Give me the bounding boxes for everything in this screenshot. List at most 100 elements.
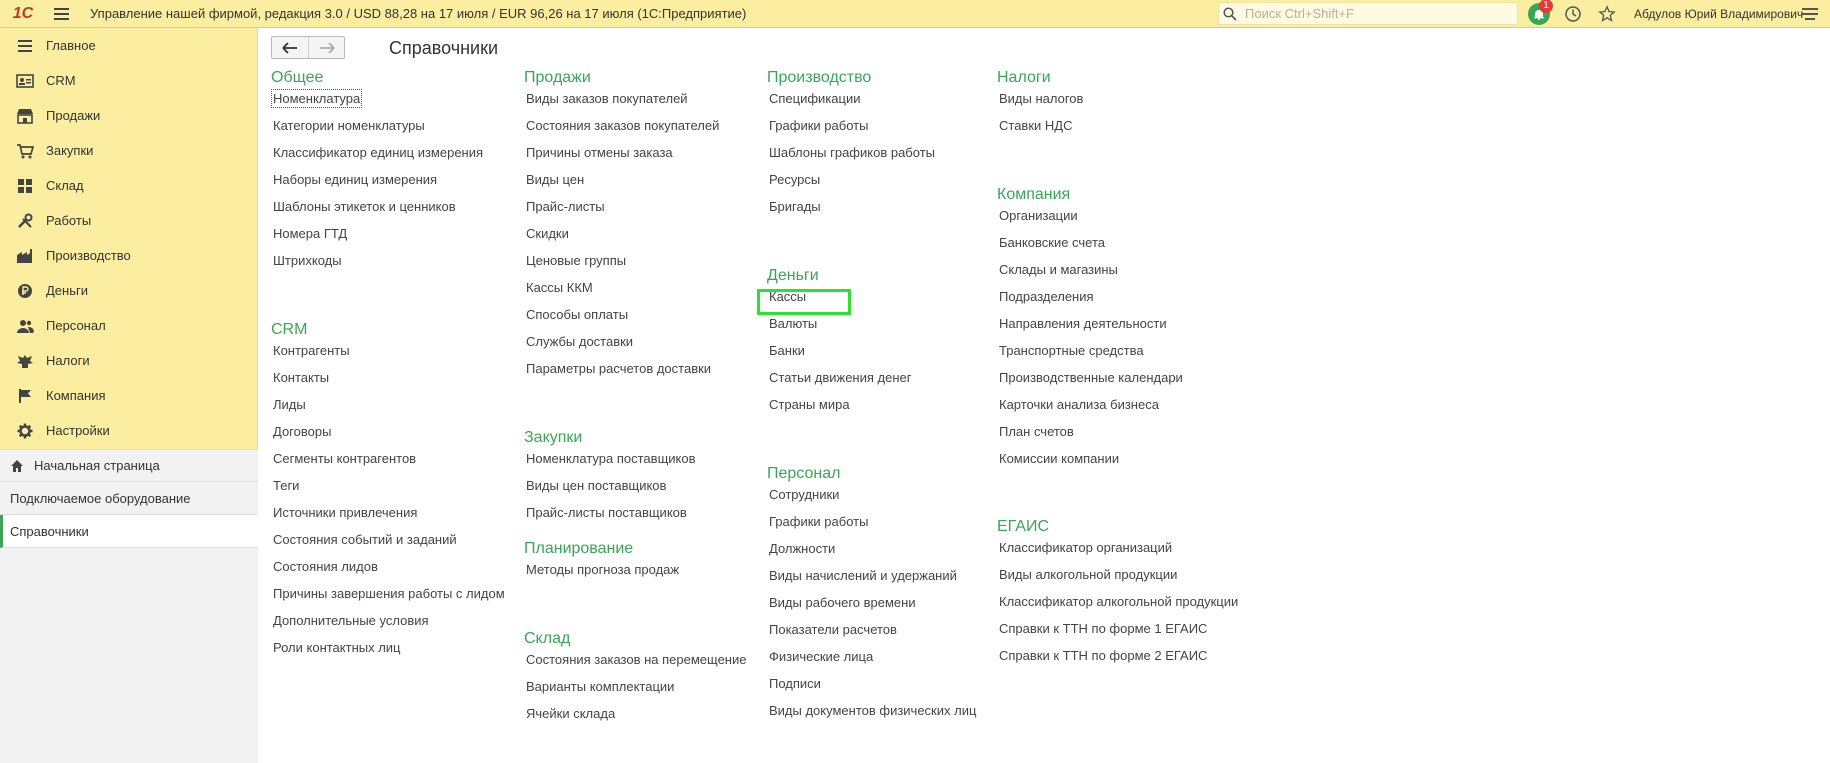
reference-link-egais-1[interactable]: Виды алкогольной продукции <box>999 567 1177 582</box>
sidebar-item-purchases[interactable]: Закупки <box>0 133 257 168</box>
sidebar-item-production[interactable]: Производство <box>0 238 257 273</box>
reference-link-dengi-4[interactable]: Страны мира <box>769 397 850 412</box>
reference-link-proizvodstvo-4[interactable]: Бригады <box>769 199 821 214</box>
reference-link-personal-2[interactable]: Должности <box>769 541 835 556</box>
reference-link-obshchee-1[interactable]: Категории номенклатуры <box>273 118 425 133</box>
reference-link-crm-9[interactable]: Причины завершения работы с лидом <box>273 586 505 601</box>
reference-link-obshchee-2[interactable]: Классификатор единиц измерения <box>273 145 483 160</box>
reference-link-obshchee-5[interactable]: Номера ГТД <box>273 226 347 241</box>
reference-link-prodazhi-0[interactable]: Виды заказов покупателей <box>526 91 688 106</box>
reference-link-crm-5[interactable]: Теги <box>273 478 299 493</box>
reference-link-prodazhi-8[interactable]: Способы оплаты <box>526 307 628 322</box>
reference-link-personal-4[interactable]: Виды рабочего времени <box>769 595 916 610</box>
sidebar-item-taxes[interactable]: Налоги <box>0 343 257 378</box>
sidebar-item-main[interactable]: Главное <box>0 28 257 63</box>
reference-link-egais-2[interactable]: Классификатор алкогольной продукции <box>999 594 1238 609</box>
reference-link-zakupki-0[interactable]: Номенклатура поставщиков <box>526 451 696 466</box>
reference-link-personal-1[interactable]: Графики работы <box>769 514 868 529</box>
reference-link-proizvodstvo-2[interactable]: Шаблоны графиков работы <box>769 145 935 160</box>
reference-link-egais-0[interactable]: Классификатор организаций <box>999 540 1172 555</box>
reference-link-kompaniya-9[interactable]: Комиссии компании <box>999 451 1119 466</box>
reference-link-personal-6[interactable]: Физические лица <box>769 649 873 664</box>
open-window-home[interactable]: Начальная страница <box>0 449 258 482</box>
forward-button[interactable] <box>308 37 344 58</box>
reference-link-crm-8[interactable]: Состояния лидов <box>273 559 378 574</box>
reference-link-egais-3[interactable]: Справки к ТТН по форме 1 ЕГАИС <box>999 621 1207 636</box>
reference-link-crm-2[interactable]: Лиды <box>273 397 306 412</box>
reference-link-prodazhi-6[interactable]: Ценовые группы <box>526 253 626 268</box>
reference-link-prodazhi-2[interactable]: Причины отмены заказа <box>526 145 673 160</box>
main-menu-button[interactable] <box>46 0 76 28</box>
open-window-references[interactable]: Справочники <box>0 515 258 548</box>
reference-link-personal-0[interactable]: Сотрудники <box>769 487 839 502</box>
back-button[interactable] <box>272 37 308 58</box>
reference-link-sklad-2[interactable]: Ячейки склада <box>526 706 615 721</box>
reference-link-kompaniya-0[interactable]: Организации <box>999 208 1078 223</box>
reference-link-personal-8[interactable]: Виды документов физических лиц <box>769 703 976 718</box>
reference-link-kompaniya-8[interactable]: План счетов <box>999 424 1074 439</box>
reference-link-kompaniya-4[interactable]: Направления деятельности <box>999 316 1167 331</box>
reference-link-sklad-1[interactable]: Варианты комплектации <box>526 679 674 694</box>
reference-link-planirovanie-0[interactable]: Методы прогноза продаж <box>526 562 679 577</box>
favorites-button[interactable] <box>1590 0 1624 28</box>
reference-link-nalogi-0[interactable]: Виды налогов <box>999 91 1083 106</box>
reference-link-kompaniya-6[interactable]: Производственные календари <box>999 370 1183 385</box>
reference-link-zakupki-1[interactable]: Виды цен поставщиков <box>526 478 666 493</box>
reference-link-crm-10[interactable]: Дополнительные условия <box>273 613 429 628</box>
reference-link-crm-11[interactable]: Роли контактных лиц <box>273 640 401 655</box>
reference-link-crm-6[interactable]: Источники привлечения <box>273 505 417 520</box>
sidebar-item-settings[interactable]: Настройки <box>0 413 257 448</box>
reference-link-kompaniya-2[interactable]: Склады и магазины <box>999 262 1118 277</box>
reference-link-prodazhi-10[interactable]: Параметры расчетов доставки <box>526 361 711 376</box>
search-box[interactable] <box>1218 2 1518 25</box>
reference-link-prodazhi-3[interactable]: Виды цен <box>526 172 584 187</box>
reference-link-proizvodstvo-0[interactable]: Спецификации <box>769 91 861 106</box>
notifications-button[interactable]: 1 <box>1522 0 1556 28</box>
reference-link-zakupki-2[interactable]: Прайс-листы поставщиков <box>526 505 687 520</box>
sidebar-item-sales[interactable]: Продажи <box>0 98 257 133</box>
ruble-icon <box>16 282 34 300</box>
reference-link-proizvodstvo-3[interactable]: Ресурсы <box>769 172 820 187</box>
reference-link-nalogi-1[interactable]: Ставки НДС <box>999 118 1072 133</box>
reference-link-dengi-3[interactable]: Статьи движения денег <box>769 370 911 385</box>
reference-link-kompaniya-1[interactable]: Банковские счета <box>999 235 1105 250</box>
reference-link-proizvodstvo-1[interactable]: Графики работы <box>769 118 868 133</box>
user-name[interactable]: Абдулов Юрий Владимирович <box>1634 7 1803 21</box>
reference-link-obshchee-3[interactable]: Наборы единиц измерения <box>273 172 437 187</box>
reference-link-dengi-0[interactable]: Кассы <box>769 289 806 304</box>
open-window-equipment[interactable]: Подключаемое оборудование <box>0 482 258 515</box>
reference-link-prodazhi-1[interactable]: Состояния заказов покупателей <box>526 118 719 133</box>
reference-link-crm-1[interactable]: Контакты <box>273 370 329 385</box>
reference-link-crm-0[interactable]: Контрагенты <box>273 343 350 358</box>
reference-link-kompaniya-5[interactable]: Транспортные средства <box>999 343 1144 358</box>
sidebar-item-money[interactable]: Деньги <box>0 273 257 308</box>
reference-link-personal-3[interactable]: Виды начислений и удержаний <box>769 568 957 583</box>
settings-menu-button[interactable] <box>1796 0 1824 28</box>
reference-link-dengi-1[interactable]: Валюты <box>769 316 817 331</box>
reference-link-crm-3[interactable]: Договоры <box>273 424 331 439</box>
reference-link-dengi-2[interactable]: Банки <box>769 343 805 358</box>
reference-link-crm-4[interactable]: Сегменты контрагентов <box>273 451 416 466</box>
reference-link-prodazhi-7[interactable]: Кассы ККМ <box>526 280 593 295</box>
reference-link-egais-4[interactable]: Справки к ТТН по форме 2 ЕГАИС <box>999 648 1207 663</box>
sidebar-item-company[interactable]: Компания <box>0 378 257 413</box>
sidebar-item-warehouse[interactable]: Склад <box>0 168 257 203</box>
search-input[interactable] <box>1241 3 1511 24</box>
sidebar-item-personnel[interactable]: Персонал <box>0 308 257 343</box>
reference-link-prodazhi-5[interactable]: Скидки <box>526 226 569 241</box>
app-logo[interactable]: 1С <box>0 0 46 28</box>
reference-link-obshchee-6[interactable]: Штрихкоды <box>273 253 342 268</box>
sidebar-item-crm[interactable]: CRM <box>0 63 257 98</box>
reference-link-prodazhi-9[interactable]: Службы доставки <box>526 334 633 349</box>
reference-link-personal-7[interactable]: Подписи <box>769 676 821 691</box>
reference-link-sklad-0[interactable]: Состояния заказов на перемещение <box>526 652 746 667</box>
history-button[interactable] <box>1556 0 1590 28</box>
reference-link-crm-7[interactable]: Состояния событий и заданий <box>273 532 457 547</box>
reference-link-obshchee-0[interactable]: Номенклатура <box>270 89 363 108</box>
reference-link-personal-5[interactable]: Показатели расчетов <box>769 622 897 637</box>
reference-link-obshchee-4[interactable]: Шаблоны этикеток и ценников <box>273 199 456 214</box>
reference-link-prodazhi-4[interactable]: Прайс-листы <box>526 199 605 214</box>
reference-link-kompaniya-7[interactable]: Карточки анализа бизнеса <box>999 397 1159 412</box>
reference-link-kompaniya-3[interactable]: Подразделения <box>999 289 1094 304</box>
sidebar-item-works[interactable]: Работы <box>0 203 257 238</box>
